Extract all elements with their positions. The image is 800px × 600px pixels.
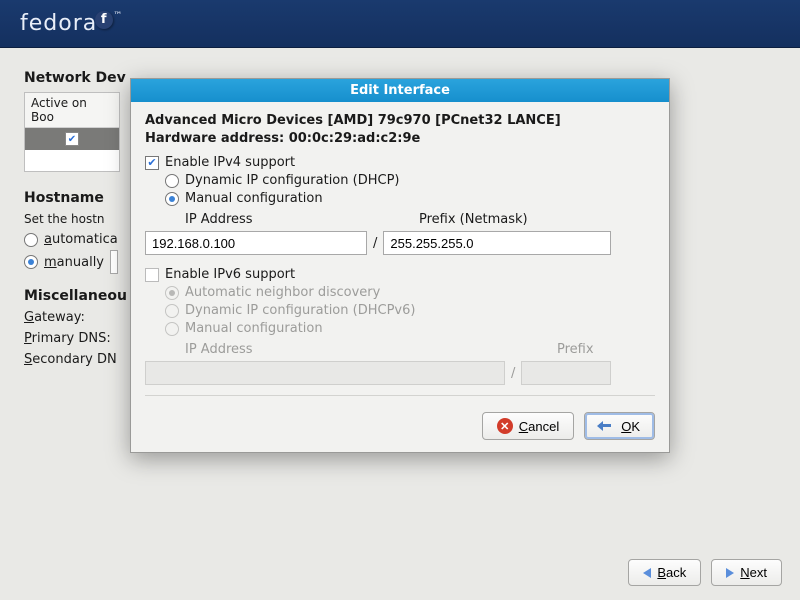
ok-label: OK <box>621 419 640 434</box>
ipv6-auto-label: Automatic neighbor discovery <box>185 285 380 300</box>
device-name: Advanced Micro Devices [AMD] 79c970 [PCn… <box>145 112 655 130</box>
enable-ipv4-label: Enable IPv4 support <box>165 155 295 170</box>
radio-icon <box>24 233 38 247</box>
ipv4-ip-input[interactable] <box>145 231 367 255</box>
ipv6-manual-label: Manual configuration <box>185 321 323 336</box>
arrow-left-icon <box>643 568 651 578</box>
cancel-label: Cancel <box>519 419 559 434</box>
slash-separator: / <box>511 366 515 381</box>
ipv4-dhcp-label: Dynamic IP configuration (DHCP) <box>185 173 399 188</box>
table-header-active-on-boot[interactable]: Active on Boo <box>25 93 119 128</box>
ipv4-dhcp-option[interactable]: Dynamic IP configuration (DHCP) <box>165 173 655 188</box>
ipv4-prefix-label: Prefix (Netmask) <box>419 212 528 227</box>
top-bar: fedoraf™ <box>0 0 800 48</box>
checkbox-icon: ✔ <box>145 156 159 170</box>
cancel-button[interactable]: ✕ Cancel <box>482 412 574 440</box>
enable-ipv4-checkbox[interactable]: ✔ Enable IPv4 support <box>145 155 655 170</box>
back-label: Back <box>657 565 686 580</box>
ipv6-ip-label: IP Address <box>185 342 557 357</box>
radio-icon <box>165 286 179 300</box>
fedora-logo: fedoraf™ <box>20 11 123 36</box>
checkbox-icon <box>145 268 159 282</box>
dialog-title: Edit Interface <box>131 79 669 102</box>
ipv6-prefix-label: Prefix <box>557 342 594 357</box>
hardware-address: Hardware address: 00:0c:29:ad:c2:9e <box>145 130 655 148</box>
ipv6-dhcp-option: Dynamic IP configuration (DHCPv6) <box>165 303 655 318</box>
radio-icon <box>165 322 179 336</box>
ipv6-manual-option: Manual configuration <box>165 321 655 336</box>
ipv4-ip-label: IP Address <box>185 212 419 227</box>
fedora-f-icon: f <box>95 11 113 29</box>
radio-icon <box>165 174 179 188</box>
logo-text: fedora <box>20 11 97 36</box>
cancel-icon: ✕ <box>497 418 513 434</box>
wizard-nav: Back Next <box>628 559 782 586</box>
ipv6-ip-input <box>145 361 505 385</box>
network-device-table[interactable]: Active on Boo ✔ <box>24 92 120 172</box>
back-button[interactable]: Back <box>628 559 701 586</box>
next-button[interactable]: Next <box>711 559 782 586</box>
enable-ipv6-label: Enable IPv6 support <box>165 267 295 282</box>
active-on-boot-checkbox[interactable]: ✔ <box>65 132 79 146</box>
ipv6-prefix-input <box>521 361 611 385</box>
ipv6-auto-option: Automatic neighbor discovery <box>165 285 655 300</box>
radio-icon <box>165 192 179 206</box>
enable-ipv6-checkbox[interactable]: Enable IPv6 support <box>145 267 655 282</box>
ipv4-prefix-input[interactable] <box>383 231 611 255</box>
next-label: Next <box>740 565 767 580</box>
ipv4-manual-label: Manual configuration <box>185 191 323 206</box>
hostname-auto-label: automatica <box>44 232 118 247</box>
table-row[interactable]: ✔ <box>25 128 119 150</box>
hostname-input[interactable] <box>110 250 118 274</box>
divider <box>145 395 655 396</box>
hostname-manual-label: manually <box>44 255 104 270</box>
ipv6-dhcp-label: Dynamic IP configuration (DHCPv6) <box>185 303 415 318</box>
edit-interface-dialog: Edit Interface Advanced Micro Devices [A… <box>130 78 670 453</box>
ok-icon <box>599 420 615 432</box>
ipv4-manual-option[interactable]: Manual configuration <box>165 191 655 206</box>
slash-separator: / <box>373 236 377 251</box>
radio-icon <box>24 255 38 269</box>
ok-button[interactable]: OK <box>584 412 655 440</box>
radio-icon <box>165 304 179 318</box>
arrow-right-icon <box>726 568 734 578</box>
trademark-icon: ™ <box>113 11 123 21</box>
